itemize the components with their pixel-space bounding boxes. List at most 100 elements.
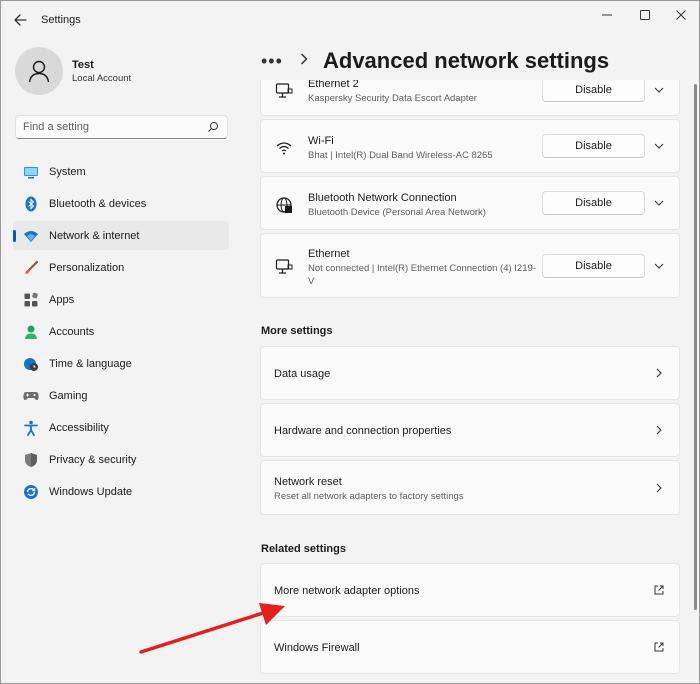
sidebar-item-label: Accessibility [49,421,109,434]
sidebar-item-network[interactable]: Network & internet [13,221,229,250]
adapter-name: Wi-Fi [308,135,334,147]
item-title: More network adapter options [274,585,420,597]
sidebar-item-label: Privacy & security [49,453,137,466]
sidebar-item-label: Gaming [49,389,88,402]
user-icon [28,60,50,83]
sidebar-item-label: Windows Update [49,485,133,498]
profile-name: Test [72,59,94,71]
minimize-icon [602,14,612,16]
sidebar-item-apps[interactable]: Apps [13,285,229,314]
close-button[interactable] [669,7,693,23]
settings-window: Settings Test Local Account Find a setti… [0,0,700,684]
search-input[interactable] [23,119,203,135]
item-title: Network reset [274,476,342,488]
ethernet-icon [275,83,293,98]
adapter-card-wifi[interactable]: Wi-Fi Bhat | Intel(R) Dual Band Wireless… [260,119,680,173]
sidebar-item-privacy[interactable]: Privacy & security [13,445,229,474]
more-settings-heading: More settings [261,325,333,337]
search-box[interactable] [15,115,228,139]
back-button[interactable] [11,11,31,29]
adapter-name: Ethernet [308,248,350,260]
bluetooth-icon [23,196,39,212]
page-title: Advanced network settings [323,48,610,73]
disable-button[interactable]: Disable [542,80,645,102]
adapter-detail: Not connected | Intel(R) Ethernet Connec… [308,263,536,287]
app-title: Settings [41,14,81,26]
shield-icon [23,452,39,468]
globe-network-icon [276,197,292,213]
adapter-detail: Bhat | Intel(R) Dual Band Wireless-AC 82… [308,150,493,161]
system-icon [23,164,39,180]
disable-button[interactable]: Disable [542,254,645,278]
chevron-right-icon [656,368,662,378]
sidebar-nav: System Bluetooth & devices Network & int… [13,157,229,509]
item-title: Windows Firewall [274,642,360,654]
close-icon [676,10,686,20]
open-external-icon [654,585,664,595]
sidebar-item-label: Apps [49,293,75,306]
sidebar-item-windows-update[interactable]: Windows Update [13,477,229,506]
breadcrumb-more-button[interactable]: ••• [261,51,289,72]
update-icon [23,484,39,500]
network-reset-item[interactable]: Network reset Reset all network adapters… [260,460,680,515]
maximize-icon [640,10,650,20]
disable-button[interactable]: Disable [542,191,645,215]
avatar [15,47,63,95]
sidebar-item-time-language[interactable]: Time & language [13,349,229,378]
breadcrumb: ••• Advanced network settings [261,45,609,77]
globe-clock-icon [23,356,39,372]
item-subtitle: Reset all network adapters to factory se… [274,491,464,502]
open-external-icon [654,642,664,652]
adapter-name: Ethernet 2 [308,80,359,90]
sidebar-item-accessibility[interactable]: Accessibility [13,413,229,442]
main-content: Ethernet 2 Kaspersky Security Data Escor… [260,80,680,683]
title-bar: Settings [1,1,699,39]
search-icon[interactable] [207,121,219,133]
adapter-detail: Kaspersky Security Data Escort Adapter [308,93,477,104]
scrollbar[interactable] [694,84,697,610]
chevron-right-icon [656,425,662,435]
sidebar-item-label: Time & language [49,357,132,370]
chevron-right-icon [299,52,309,71]
apps-icon [23,292,39,308]
chevron-down-icon[interactable] [653,140,665,152]
sidebar-item-gaming[interactable]: Gaming [13,381,229,410]
profile-account-type: Local Account [72,73,132,84]
maximize-button[interactable] [633,7,657,23]
sidebar-item-label: Accounts [49,325,95,338]
gamepad-icon [23,388,39,404]
related-settings-heading: Related settings [261,543,346,555]
adapter-card-ethernet[interactable]: Ethernet Not connected | Intel(R) Ethern… [260,233,680,298]
sidebar-item-label: Personalization [49,261,125,274]
sidebar-item-bluetooth[interactable]: Bluetooth & devices [13,189,229,218]
sidebar-item-personalization[interactable]: Personalization [13,253,229,282]
wifi-icon [23,228,39,244]
minimize-button[interactable] [595,7,619,23]
data-usage-item[interactable]: Data usage [260,346,680,400]
item-title: Data usage [274,368,331,380]
adapter-card-ethernet-2[interactable]: Ethernet 2 Kaspersky Security Data Escor… [260,80,680,116]
adapter-detail: Bluetooth Device (Personal Area Network) [308,207,486,218]
chevron-down-icon[interactable] [653,260,665,272]
hardware-connection-properties-item[interactable]: Hardware and connection properties [260,403,680,457]
sidebar-item-system[interactable]: System [13,157,229,186]
sidebar-item-label: System [49,165,86,178]
wifi-icon [276,142,292,155]
adapter-card-bluetooth-network[interactable]: Bluetooth Network Connection Bluetooth D… [260,176,680,230]
adapter-name: Bluetooth Network Connection [308,192,457,204]
back-arrow-icon [14,14,27,26]
chevron-right-icon [656,483,662,493]
chevron-down-icon[interactable] [653,84,665,96]
accessibility-icon [23,420,39,436]
chevron-down-icon[interactable] [653,197,665,209]
accounts-icon [23,324,39,340]
sidebar-item-accounts[interactable]: Accounts [13,317,229,346]
brush-icon [23,260,39,276]
ethernet-icon [275,259,293,274]
sidebar-item-label: Network & internet [49,229,140,242]
more-network-adapter-options-item[interactable]: More network adapter options [260,563,680,617]
item-title: Hardware and connection properties [274,425,452,437]
sidebar-item-label: Bluetooth & devices [49,197,147,210]
windows-firewall-item[interactable]: Windows Firewall [260,620,680,674]
disable-button[interactable]: Disable [542,134,645,158]
